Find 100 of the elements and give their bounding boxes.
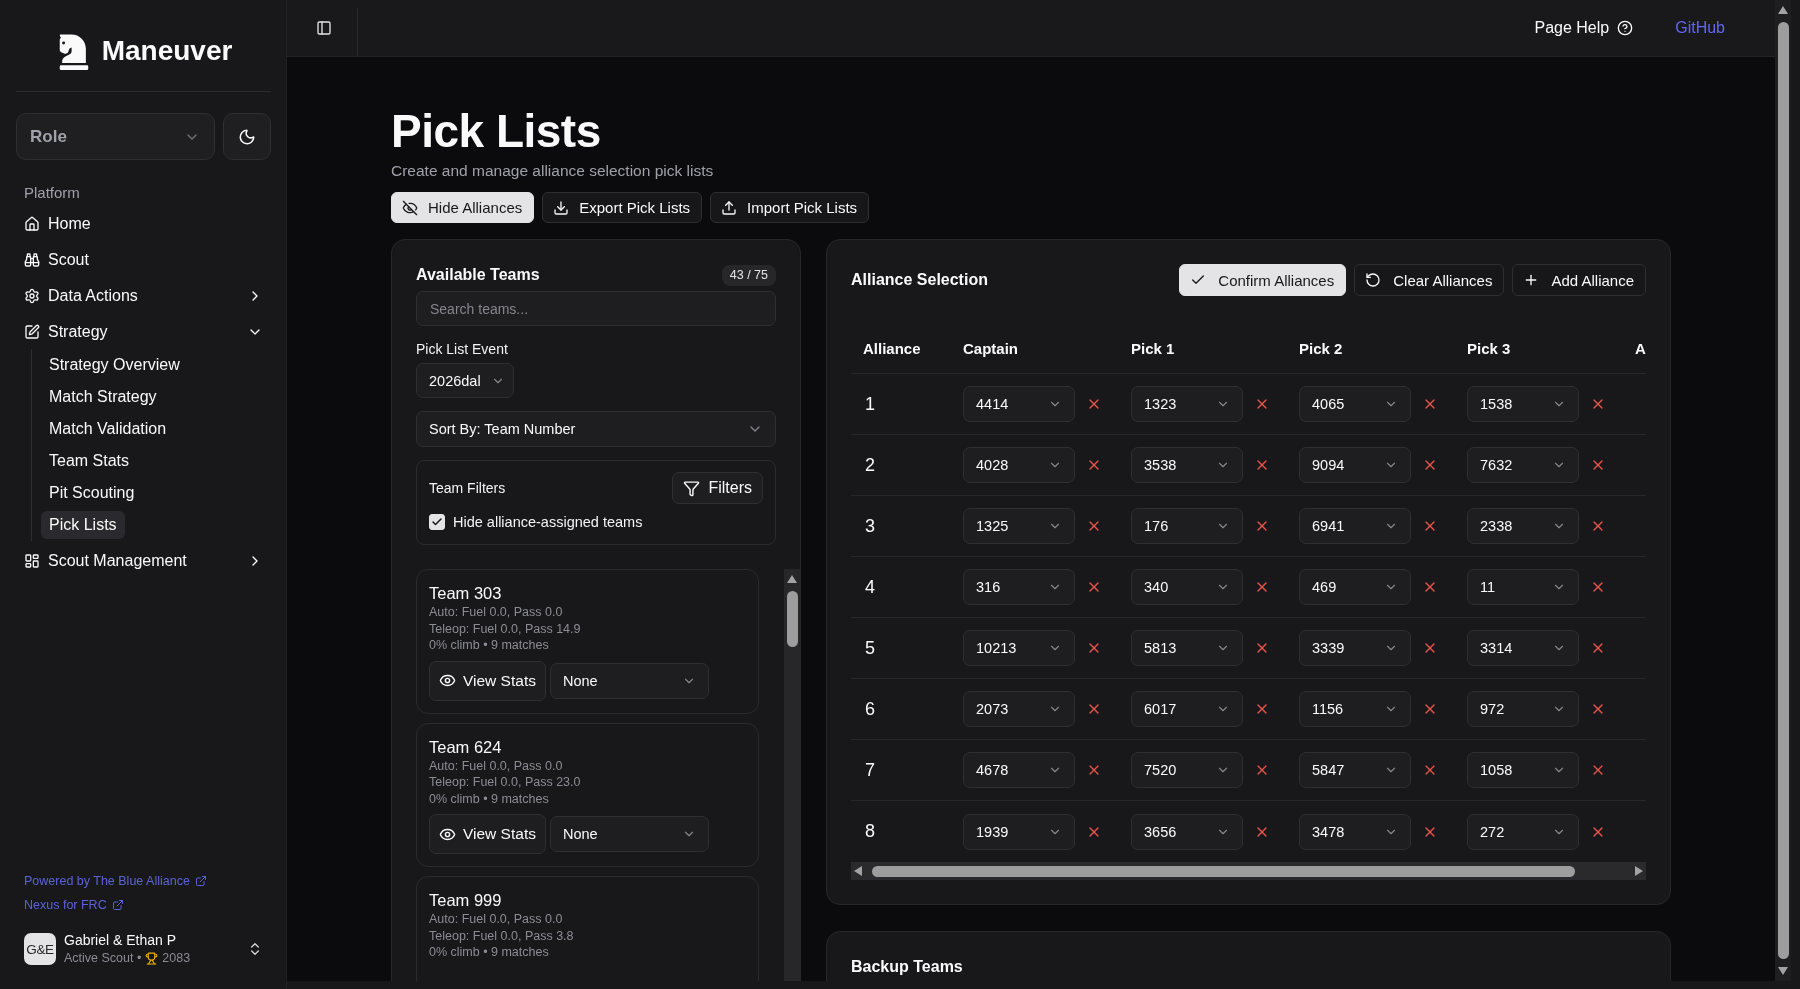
scrollbar-thumb[interactable] <box>872 865 1575 877</box>
action-button[interactable]: Export Pick Lists <box>542 192 703 223</box>
team-select[interactable]: 1058 <box>1467 752 1579 788</box>
team-select[interactable]: 972 <box>1467 691 1579 727</box>
alliance-number: 7 <box>864 759 876 781</box>
team-select[interactable]: 9094 <box>1299 447 1411 483</box>
view-stats-button[interactable]: View Stats <box>429 814 546 854</box>
nav-item[interactable]: Strategy <box>16 314 271 350</box>
team-select[interactable]: 1325 <box>963 508 1075 544</box>
team-name: Team 999 <box>429 890 502 911</box>
dashboard-grid-icon <box>24 553 40 569</box>
funnel-icon <box>683 479 701 497</box>
team-select[interactable]: 176 <box>1131 508 1243 544</box>
external-link-icon <box>111 899 124 911</box>
scrollbar-thumb[interactable] <box>786 591 798 647</box>
checkbox[interactable] <box>429 514 445 530</box>
alliance-number: 1 <box>864 393 876 415</box>
user-points: 2083 <box>162 950 191 966</box>
section-label: Platform <box>23 182 81 203</box>
checkbox-label: Hide alliance-assigned teams <box>453 514 643 530</box>
role-select[interactable]: Role <box>16 113 216 160</box>
circular-arrow-icon <box>1365 272 1382 288</box>
up-arrow-icon[interactable] <box>787 575 797 583</box>
action-button[interactable]: Hide Alliances <box>391 192 535 223</box>
team-select[interactable]: 11 <box>1467 569 1579 605</box>
footer-link[interactable]: Nexus for FRC <box>24 898 124 912</box>
assignment-select[interactable]: None <box>549 816 709 852</box>
team-select[interactable]: 272 <box>1467 813 1579 850</box>
check-icon <box>431 516 443 528</box>
team-select[interactable]: 3656 <box>1131 813 1243 850</box>
nav-subitem[interactable]: Pick Lists <box>41 511 125 539</box>
team-select[interactable]: 6941 <box>1299 508 1411 544</box>
nav-item[interactable]: Home <box>16 206 271 242</box>
alliance-number: 3 <box>864 515 876 537</box>
help-button[interactable]: Page Help <box>1534 19 1634 37</box>
settings-icon <box>24 288 40 304</box>
right-arrow-icon[interactable] <box>1635 866 1643 876</box>
panel-title: Available Teams <box>416 265 540 285</box>
action-button[interactable]: Add Alliance <box>1512 264 1646 296</box>
theme-toggle-button[interactable] <box>223 113 271 160</box>
sort-select[interactable]: Sort By: Team Number <box>416 411 776 447</box>
team-stats-text: 0% climb • 9 matches <box>429 944 549 961</box>
team-select[interactable]: 1538 <box>1467 386 1579 422</box>
brand-name: Maneuver <box>101 33 233 68</box>
assignment-select[interactable]: None <box>549 662 709 699</box>
filters-button[interactable]: Filters <box>672 472 763 504</box>
up-arrow-icon[interactable] <box>1778 6 1788 14</box>
page-subtitle: Create and manage alliance selection pick lists <box>391 161 714 181</box>
team-select[interactable]: 7520 <box>1131 752 1243 788</box>
nav-subitem[interactable]: Team Stats <box>41 447 138 475</box>
team-select[interactable]: 6017 <box>1131 691 1243 727</box>
team-select[interactable]: 1156 <box>1299 691 1411 727</box>
team-select[interactable]: 340 <box>1131 569 1243 605</box>
down-arrow-icon[interactable] <box>1778 967 1788 975</box>
team-select[interactable]: 2338 <box>1467 508 1579 544</box>
nav-subitem[interactable]: Match Strategy <box>41 383 165 411</box>
alliance-number: 2 <box>864 454 876 476</box>
action-button[interactable]: Import Pick Lists <box>710 192 870 223</box>
view-stats-button[interactable]: View Stats <box>429 660 546 701</box>
team-select[interactable]: 1939 <box>963 813 1075 850</box>
scrollbar-thumb[interactable] <box>1777 22 1789 959</box>
team-select[interactable]: 5813 <box>1131 630 1243 666</box>
team-select[interactable]: 316 <box>963 569 1075 605</box>
alliance-number: 8 <box>864 821 876 842</box>
nav-item[interactable]: Scout <box>16 242 271 278</box>
nav-item[interactable]: Data Actions <box>16 278 271 314</box>
search-field[interactable]: Search teams... <box>416 291 776 326</box>
nav-item[interactable]: Scout Management <box>16 543 271 579</box>
action-button[interactable]: Clear Alliances <box>1354 264 1505 296</box>
team-select[interactable]: 3339 <box>1299 630 1411 666</box>
team-select[interactable]: 4414 <box>963 386 1075 422</box>
nav-subitem[interactable]: Pit Scouting <box>41 479 143 507</box>
filters-title: Team Filters <box>429 480 506 496</box>
event-select[interactable]: 2026dal <box>416 363 514 398</box>
team-select[interactable]: 3314 <box>1467 630 1579 666</box>
external-link-icon <box>194 875 207 887</box>
team-select[interactable]: 7632 <box>1467 447 1579 483</box>
team-stats-text: Teleop: Fuel 0.0, Pass 23.0 <box>429 774 581 791</box>
nav-subitem[interactable]: Strategy Overview <box>41 351 188 379</box>
team-select[interactable]: 3538 <box>1131 447 1243 483</box>
eye-off-icon <box>402 199 418 216</box>
team-select[interactable]: 4678 <box>963 752 1075 788</box>
footer-link[interactable]: Powered by The Blue Alliance <box>24 874 207 888</box>
action-button[interactable]: Confirm Alliances <box>1179 264 1347 296</box>
team-stats-text: Teleop: Fuel 0.0, Pass 14.9 <box>429 620 581 637</box>
team-select[interactable]: 3478 <box>1299 813 1411 850</box>
team-select[interactable]: 2073 <box>963 691 1075 727</box>
team-select[interactable]: 469 <box>1299 569 1411 605</box>
nav-subitem[interactable]: Match Validation <box>41 415 175 443</box>
eye-icon <box>439 672 456 689</box>
column-header: Pick 2 <box>1298 340 1344 357</box>
team-select[interactable]: 4028 <box>963 447 1075 483</box>
team-select[interactable]: 10213 <box>963 630 1075 666</box>
field-label: Pick List Event <box>416 340 508 358</box>
team-select[interactable]: 4065 <box>1299 386 1411 422</box>
panel-title: Alliance Selection <box>851 270 988 290</box>
team-select[interactable]: 1323 <box>1131 386 1243 422</box>
left-arrow-icon[interactable] <box>854 866 862 876</box>
github-link[interactable]: GitHub <box>1675 19 1725 37</box>
team-select[interactable]: 5847 <box>1299 752 1411 788</box>
